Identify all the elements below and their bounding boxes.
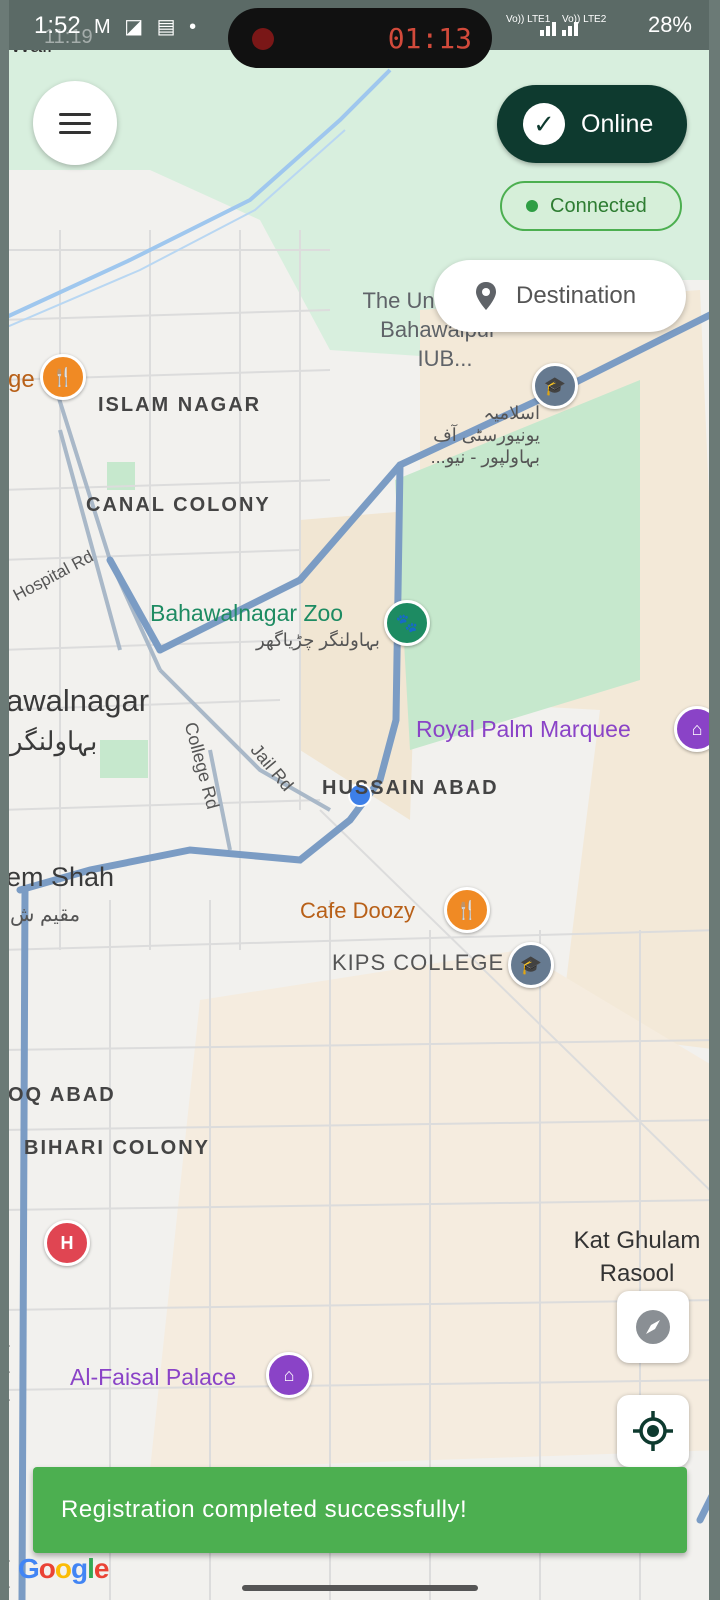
map-label-zoo-urdu: بہاولنگر چڑیاگھر bbox=[256, 630, 380, 650]
restaurant-marker-icon[interactable]: 🍴 bbox=[40, 354, 86, 400]
notification-icons: M ◪ ▤ • bbox=[94, 16, 201, 38]
destination-label: Destination bbox=[516, 282, 637, 309]
map-label-university-urdu: اسلامیہ یونیورسٹی آف بہاولپور - نیو... bbox=[430, 403, 540, 467]
status-dot-icon bbox=[526, 200, 538, 212]
google-logo-g2: g bbox=[71, 1553, 88, 1584]
map-label-mem-shah-urdu: مقیم ش bbox=[10, 904, 81, 926]
map-label-islam-nagar: ISLAM NAGAR bbox=[98, 394, 262, 416]
check-icon: ✓ bbox=[523, 103, 565, 145]
map-label-royal-palm: Royal Palm Marquee bbox=[416, 716, 631, 742]
google-logo-o2: o bbox=[54, 1553, 72, 1584]
online-label: Online bbox=[581, 109, 654, 138]
my-location-icon bbox=[633, 1411, 673, 1451]
connection-status-badge: Connected bbox=[500, 181, 682, 231]
connection-status-label: Connected bbox=[550, 194, 647, 217]
map-label-cafe-doozy: Cafe Doozy bbox=[300, 898, 415, 923]
my-location-button[interactable] bbox=[617, 1395, 689, 1467]
map-label-bahawalnagar-urdu: بہاولنگر bbox=[10, 726, 98, 756]
record-icon bbox=[252, 28, 274, 50]
destination-button[interactable]: Destination bbox=[434, 260, 686, 332]
cafe-marker-icon[interactable]: 🍴 bbox=[444, 887, 490, 933]
google-logo-l: l bbox=[87, 1553, 95, 1584]
gesture-nav-handle[interactable] bbox=[242, 1585, 478, 1591]
signal-icon bbox=[540, 16, 580, 41]
screen-edge-left bbox=[0, 0, 9, 1600]
menu-icon-line-2 bbox=[59, 122, 91, 125]
menu-button[interactable] bbox=[33, 81, 117, 165]
map-label-canal-colony: CANAL COLONY bbox=[86, 494, 271, 516]
menu-icon-line-3 bbox=[59, 131, 91, 134]
map-label-bahawalnagar: awalnagar bbox=[6, 683, 150, 718]
menu-icon bbox=[59, 113, 91, 116]
map-label-mem-shah: em Shah bbox=[6, 862, 115, 892]
screen-edge-right bbox=[709, 0, 720, 1600]
compass-icon bbox=[636, 1310, 670, 1344]
map-label-kat-ghulam: Kat Ghulam Rasool bbox=[573, 1227, 701, 1287]
google-logo: Google bbox=[18, 1553, 110, 1585]
map-label-al-faisal: Al-Faisal Palace bbox=[70, 1364, 237, 1390]
college-marker-icon[interactable]: 🎓 bbox=[508, 942, 554, 988]
battery-percentage: 28% bbox=[647, 12, 692, 37]
google-logo-o1: o bbox=[38, 1553, 56, 1584]
map-label-kips: KIPS COLLEGE bbox=[332, 950, 505, 975]
map-label-oq-abad: OQ ABAD bbox=[8, 1084, 116, 1106]
map-label-zoo: Bahawalnagar Zoo bbox=[150, 600, 344, 626]
google-logo-e: e bbox=[93, 1553, 110, 1584]
online-toggle-button[interactable]: ✓ Online bbox=[497, 85, 687, 163]
recording-timer: 01:13 bbox=[387, 22, 472, 55]
zoo-marker-icon[interactable]: 🐾 bbox=[384, 600, 430, 646]
compass-button[interactable] bbox=[617, 1291, 689, 1363]
screen-recording-indicator[interactable]: 01:13 bbox=[228, 8, 492, 68]
map-label-restaurant: ge bbox=[8, 366, 35, 393]
hospital-marker-icon[interactable]: H bbox=[44, 1220, 90, 1266]
location-pin-icon bbox=[476, 282, 496, 310]
palace-marker-icon[interactable]: ⌂ bbox=[266, 1352, 312, 1398]
status-time: 1:52 bbox=[34, 12, 81, 39]
map-label-bihari-colony: BIHARI COLONY bbox=[24, 1137, 210, 1159]
map-label-hussain-abad: HUSSAIN ABAD bbox=[322, 777, 499, 799]
snackbar-message: Registration completed successfully! bbox=[61, 1496, 468, 1523]
school-marker-icon[interactable]: 🎓 bbox=[532, 363, 578, 409]
app-screen: Wall ge 🍴 ISLAM NAGAR CANAL COLONY Hospi… bbox=[0, 0, 720, 1600]
success-snackbar: Registration completed successfully! bbox=[33, 1467, 687, 1553]
google-logo-g: G bbox=[18, 1553, 40, 1584]
